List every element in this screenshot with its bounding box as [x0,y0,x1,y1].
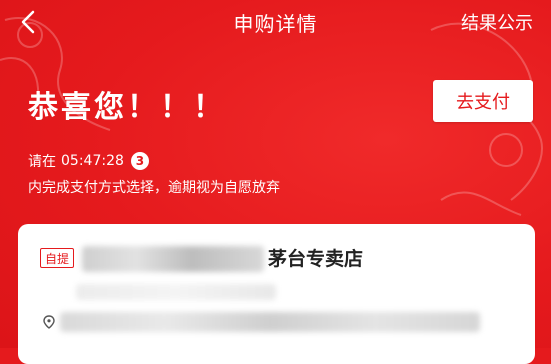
result-announcement-link[interactable]: 结果公示 [461,9,533,35]
redacted-address [60,312,480,332]
payment-notice: 内完成支付方式选择，逾期视为自愿放弃 [28,180,280,196]
step-badge: 3 [130,152,149,170]
redacted-contact-line [76,284,276,300]
store-card: 自提 茅台专卖店 [18,224,535,364]
deadline-prefix: 请在 [28,154,56,170]
payment-deadline: 请在 05:47:28 3 [28,151,149,171]
store-name: 茅台专卖店 [268,248,364,270]
location-pin-icon [43,315,55,329]
pickup-tag: 自提 [40,248,75,268]
countdown-timer: 05:47:28 [61,153,124,169]
congrats-headline: 恭喜您！！！ [28,90,226,125]
redacted-store-prefix [82,246,264,272]
pay-button[interactable]: 去支付 [433,80,533,122]
